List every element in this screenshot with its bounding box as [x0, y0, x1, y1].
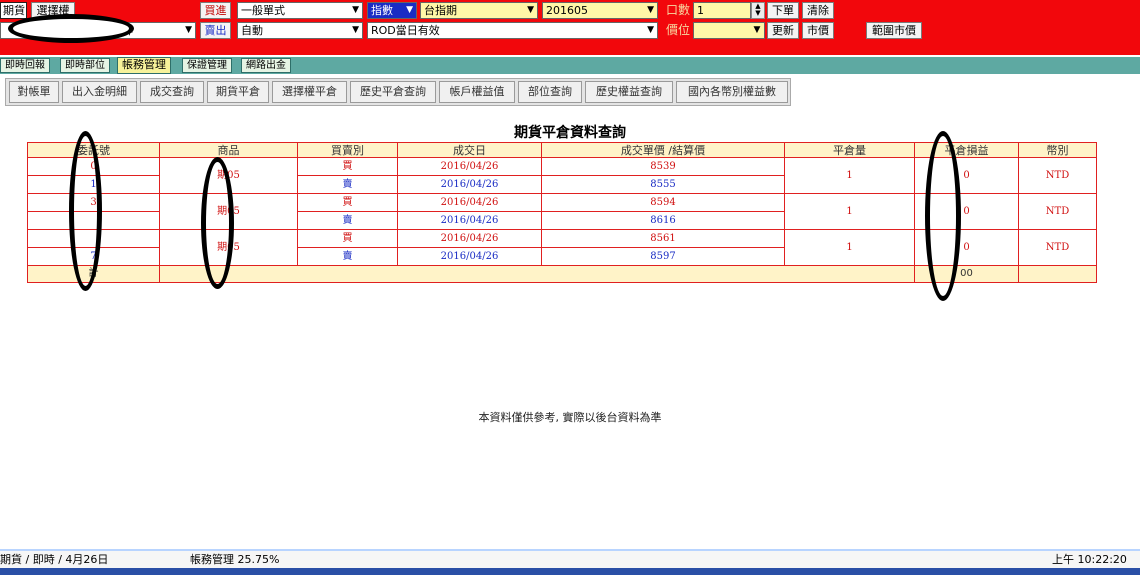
tab-realtime-report[interactable]: 即時回報: [0, 58, 50, 73]
price-cell: 8594: [541, 193, 785, 212]
trade-date-cell: 2016/04/26: [397, 247, 542, 266]
side-cell: 買: [297, 157, 398, 176]
status-section: 帳務管理 25.75%: [190, 553, 280, 566]
redaction-oval-product: [201, 157, 234, 289]
price-cell: 8616: [541, 211, 785, 230]
total-spacer: [159, 265, 915, 283]
contract-select[interactable]: 台指期 ▼: [420, 2, 538, 19]
sub-tab-currency-equity[interactable]: 國內各幣別權益數: [676, 81, 788, 103]
close-qty-cell: 1: [784, 193, 915, 230]
redaction-oval-account: [8, 14, 134, 43]
status-mode: 期貨 / 即時 / 4月26日: [0, 553, 109, 566]
price-label: 價位: [666, 23, 691, 37]
order-type-select[interactable]: 一般單式 ▼: [237, 2, 363, 19]
sub-tab-futures-close[interactable]: 期貨平倉: [207, 81, 269, 103]
disclaimer-note: 本資料僅供參考, 實際以後台資料為準: [478, 411, 662, 424]
taskbar-strip: [0, 568, 1140, 575]
lots-label: 口數: [666, 3, 691, 17]
sub-tab-history-equity[interactable]: 歷史權益查詢: [585, 81, 673, 103]
tab-margin-management[interactable]: 保證管理: [182, 58, 232, 73]
buy-button[interactable]: 買進: [200, 2, 231, 19]
col-header-close-qty: 平倉量: [784, 142, 915, 158]
chevron-down-icon: ▼: [185, 25, 192, 35]
sub-tab-position-query[interactable]: 部位查詢: [518, 81, 582, 103]
range-market-button[interactable]: 範圍市價: [866, 22, 922, 39]
sell-button[interactable]: 賣出: [200, 22, 231, 39]
sub-tab-trade-query[interactable]: 成交查詢: [140, 81, 204, 103]
chevron-down-icon: ▼: [406, 5, 413, 15]
trade-date-cell: 2016/04/26: [397, 193, 542, 212]
tab-account-management[interactable]: 帳務管理: [117, 57, 171, 74]
tab-online-withdrawal[interactable]: 網路出金: [241, 58, 291, 73]
trade-date-cell: 2016/04/26: [397, 229, 542, 248]
col-header-trade-date: 成交日: [397, 142, 542, 158]
chevron-down-icon: ▼: [647, 25, 654, 35]
redaction-oval-order-no: [69, 131, 102, 291]
status-time: 上午 10:22:20: [1052, 553, 1127, 566]
col-header-side: 買賣別: [297, 142, 398, 158]
trade-date-cell: 2016/04/26: [397, 157, 542, 176]
futures-tab[interactable]: 期貨: [0, 2, 27, 19]
report-title: 期貨平倉資料查詢: [514, 125, 626, 141]
price-mode-select[interactable]: 自動 ▼: [237, 22, 363, 39]
chevron-down-icon: ▼: [527, 5, 534, 15]
order-entry-bar: 期貨 選擇權 祥 ▼ 買進 賣出 一般單式 ▼ 自動 ▼ 指數 ▼ 台指期 ▼ …: [0, 0, 1140, 55]
price-mode-value: 自動: [241, 24, 263, 37]
sub-tab-statement[interactable]: 對帳單: [9, 81, 59, 103]
currency-cell: NTD: [1018, 229, 1097, 266]
order-type-value: 一般單式: [241, 4, 285, 17]
contract-value: 台指期: [424, 4, 457, 17]
place-order-button[interactable]: 下單: [767, 2, 799, 19]
month-select[interactable]: 201605 ▼: [542, 2, 658, 19]
price-cell: 8555: [541, 175, 785, 194]
currency-cell: NTD: [1018, 193, 1097, 230]
side-cell: 賣: [297, 211, 398, 230]
side-cell: 買: [297, 229, 398, 248]
trade-date-cell: 2016/04/26: [397, 211, 542, 230]
side-cell: 買: [297, 193, 398, 212]
index-select-value: 指數: [371, 4, 393, 17]
sub-tab-options-close[interactable]: 選擇權平倉: [272, 81, 347, 103]
index-select[interactable]: 指數 ▼: [367, 2, 417, 19]
lots-stepper[interactable]: ▲ ▼: [751, 2, 765, 19]
main-nav: 即時回報 即時部位 帳務管理 保證管理 網路出金: [0, 57, 1140, 74]
trade-date-cell: 2016/04/26: [397, 175, 542, 194]
redaction-oval-pnl: [925, 131, 961, 301]
clear-button[interactable]: 清除: [802, 2, 834, 19]
condition-value: ROD當日有效: [371, 24, 440, 37]
chevron-down-icon[interactable]: ▼: [750, 22, 764, 39]
chevron-down-icon: ▼: [647, 5, 654, 15]
status-bar: 期貨 / 即時 / 4月26日 帳務管理 25.75% 上午 10:22:20: [0, 549, 1140, 568]
currency-cell: NTD: [1018, 157, 1097, 194]
chevron-down-icon: ▼: [352, 5, 359, 15]
chevron-down-icon: ▼: [352, 25, 359, 35]
side-cell: 賣: [297, 247, 398, 266]
price-cell: 8561: [541, 229, 785, 248]
close-qty-cell: 1: [784, 157, 915, 194]
arrow-down-icon[interactable]: ▼: [752, 10, 764, 17]
price-cell: 8597: [541, 247, 785, 266]
condition-select[interactable]: ROD當日有效 ▼: [367, 22, 658, 39]
sub-tab-account-equity[interactable]: 帳戶權益值: [439, 81, 515, 103]
lots-input[interactable]: 1: [693, 2, 751, 19]
col-header-price: 成交單價 /結算價: [541, 142, 785, 158]
side-cell: 賣: [297, 175, 398, 194]
update-button[interactable]: 更新: [767, 22, 799, 39]
sub-tab-deposit-withdrawal[interactable]: 出入金明細: [62, 81, 137, 103]
total-currency-cell: [1018, 265, 1097, 283]
tab-realtime-position[interactable]: 即時部位: [60, 58, 110, 73]
sub-tab-bar: 對帳單 出入金明細 成交查詢 期貨平倉 選擇權平倉 歷史平倉查詢 帳戶權益值 部…: [5, 78, 791, 106]
price-cell: 8539: [541, 157, 785, 176]
month-value: 201605: [546, 4, 588, 17]
market-price-button[interactable]: 市價: [802, 22, 834, 39]
col-header-product: 商品: [159, 142, 298, 158]
sub-tab-history-close[interactable]: 歷史平倉查詢: [350, 81, 436, 103]
trading-app-window: 期貨 選擇權 祥 ▼ 買進 賣出 一般單式 ▼ 自動 ▼ 指數 ▼ 台指期 ▼ …: [0, 0, 1140, 575]
col-header-currency: 幣別: [1018, 142, 1097, 158]
close-qty-cell: 1: [784, 229, 915, 266]
